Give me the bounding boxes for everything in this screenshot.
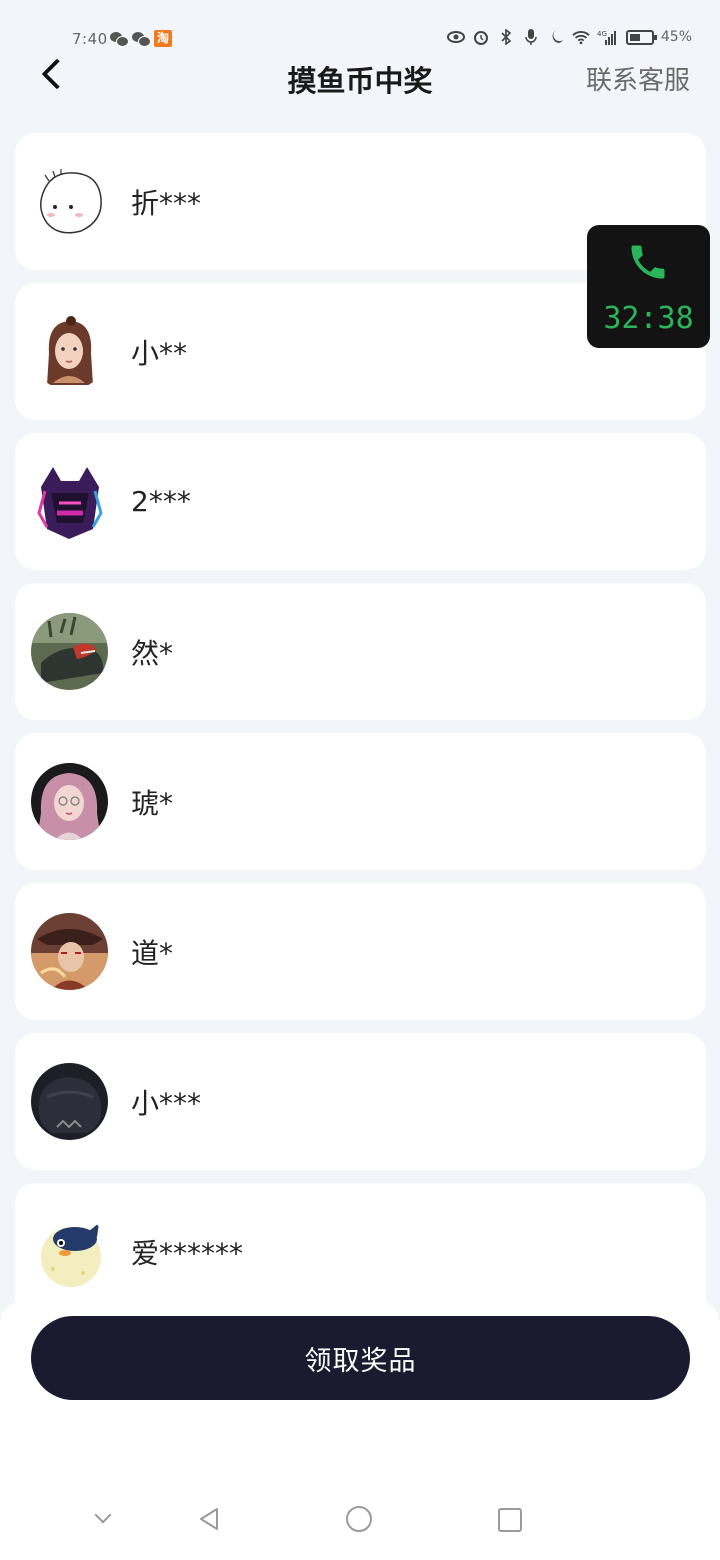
wechat-icon — [132, 31, 151, 47]
battery-icon — [625, 29, 657, 45]
bluetooth-icon — [497, 28, 515, 46]
hide-nav-icon[interactable] — [90, 1505, 118, 1533]
status-notification-icons: 淘 — [110, 30, 172, 47]
avatar — [31, 613, 108, 690]
winner-name: 小*** — [131, 1086, 202, 1120]
wifi-icon — [572, 28, 590, 46]
avatar — [31, 763, 108, 840]
system-nav-bar — [0, 1480, 720, 1560]
winner-name: 爱****** — [131, 1236, 244, 1270]
winner-name: 道* — [131, 936, 174, 970]
winner-name: 小** — [131, 336, 188, 370]
list-item[interactable]: 小*** — [15, 1033, 706, 1170]
signal-label: 4G — [597, 30, 607, 38]
avatar — [31, 1213, 108, 1290]
phone-icon — [626, 240, 670, 284]
avatar — [31, 163, 108, 240]
battery-percent: 45% — [660, 29, 692, 45]
avatar — [31, 1063, 108, 1140]
moon-icon — [547, 28, 565, 46]
header: 摸鱼币中奖 联系客服 — [0, 48, 720, 108]
status-system-icons: 4G 45% — [446, 28, 692, 46]
nav-recents-icon[interactable] — [498, 1508, 522, 1532]
nav-back-icon[interactable] — [195, 1505, 223, 1533]
eye-icon — [446, 28, 465, 46]
avatar — [31, 913, 108, 990]
alarm-icon — [472, 28, 490, 46]
status-time: 7:40 — [72, 30, 108, 48]
list-item[interactable]: 2*** — [15, 433, 706, 570]
microphone-icon — [522, 28, 540, 46]
claim-prize-button[interactable]: 领取奖品 — [31, 1316, 690, 1400]
wechat-icon — [110, 31, 129, 47]
taobao-icon: 淘 — [154, 30, 172, 47]
winner-name: 然* — [131, 636, 174, 670]
list-item[interactable]: 道* — [15, 883, 706, 1020]
list-item[interactable]: 然* — [15, 583, 706, 720]
winner-name: 折*** — [131, 186, 202, 220]
avatar — [31, 313, 108, 390]
cell-signal-icon: 4G — [597, 28, 619, 46]
winner-name: 琥* — [131, 786, 174, 820]
call-timer: 32:38 — [603, 301, 694, 336]
winner-name: 2*** — [131, 485, 191, 518]
contact-service-link[interactable]: 联系客服 — [586, 60, 690, 97]
list-item[interactable]: 琥* — [15, 733, 706, 870]
avatar — [31, 463, 108, 540]
call-floating-widget[interactable]: 32:38 — [587, 225, 710, 348]
nav-home-icon[interactable] — [346, 1506, 372, 1532]
